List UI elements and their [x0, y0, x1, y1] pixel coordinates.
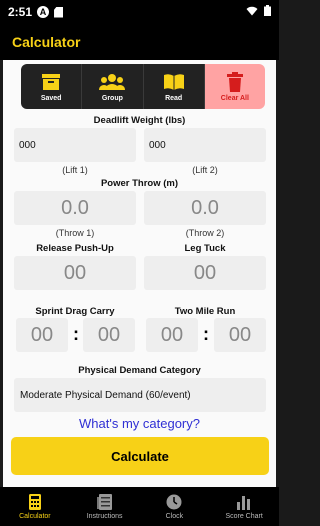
read-button[interactable]: Read [143, 64, 205, 109]
battery-icon [264, 5, 271, 19]
status-time: 2:51 [8, 5, 33, 19]
run-minutes-input[interactable]: 00 [146, 318, 198, 352]
nav-calculator-label: Calculator [19, 513, 51, 520]
pushup-title: Release Push-Up [36, 243, 114, 254]
group-people-icon [99, 71, 126, 93]
read-label: Read [165, 95, 183, 102]
deadlift-lift2-input[interactable]: 000 [144, 128, 266, 162]
app-bar: Calculator [0, 24, 279, 60]
archive-box-icon [41, 71, 61, 93]
nav-score-chart-label: Score Chart [225, 513, 263, 520]
nav-instructions-label: Instructions [86, 513, 123, 520]
group-label: Group [101, 95, 123, 102]
throw1-input[interactable]: 0.0 [14, 191, 136, 225]
throw2-label: (Throw 2) [185, 228, 225, 238]
top-toolbar: Saved Group Read Clear All [21, 64, 265, 109]
calculator-content: Saved Group Read Clear All Deadlift Weig… [3, 60, 276, 487]
power-throw-title: Power Throw (m) [100, 178, 179, 189]
saved-label: Saved [40, 95, 62, 102]
sprint-seconds-input[interactable]: 00 [83, 318, 135, 352]
clear-all-label: Clear All [220, 95, 249, 102]
sd-card-icon [54, 6, 64, 18]
lift2-label: (Lift 2) [192, 165, 218, 175]
leg-tuck-input[interactable]: 00 [144, 256, 266, 290]
bar-chart-icon [236, 493, 252, 511]
pushup-input[interactable]: 00 [14, 256, 136, 290]
deadlift-lift1-input[interactable]: 000 [14, 128, 136, 162]
a-notification-icon: A [37, 6, 50, 18]
group-button[interactable]: Group [82, 64, 144, 109]
category-select[interactable]: Moderate Physical Demand (60/event) [14, 378, 266, 412]
calculate-button[interactable]: Calculate [11, 437, 269, 475]
clear-all-button[interactable]: Clear All [204, 64, 265, 109]
throw2-input[interactable]: 0.0 [144, 191, 266, 225]
nav-score-chart[interactable]: Score Chart [209, 487, 279, 526]
leg-tuck-title: Leg Tuck [184, 243, 226, 254]
category-help-link[interactable]: What's my category? [3, 416, 276, 431]
category-title: Physical Demand Category [78, 365, 201, 376]
page-title: Calculator [12, 34, 81, 50]
saved-button[interactable]: Saved [21, 64, 83, 109]
nav-clock-label: Clock [165, 513, 184, 520]
run-time-separator: : [203, 324, 209, 344]
nav-calculator[interactable]: Calculator [0, 487, 70, 526]
calculator-icon [28, 493, 41, 511]
run-seconds-input[interactable]: 00 [214, 318, 266, 352]
bottom-nav: Calculator Instructions Clock Score Char… [0, 487, 279, 526]
clock-icon [166, 493, 182, 511]
sprint-time-separator: : [73, 324, 79, 344]
nav-clock[interactable]: Clock [140, 487, 210, 526]
wifi-icon [246, 5, 258, 19]
run-title: Two Mile Run [174, 306, 236, 317]
deadlift-title: Deadlift Weight (lbs) [93, 115, 186, 126]
document-icon [96, 493, 113, 511]
nav-instructions[interactable]: Instructions [70, 487, 140, 526]
sprint-minutes-input[interactable]: 00 [16, 318, 68, 352]
trash-icon [226, 71, 243, 93]
lift1-label: (Lift 1) [62, 165, 88, 175]
open-book-icon [163, 71, 185, 93]
status-bar: 2:51 A [0, 0, 279, 24]
sprint-title: Sprint Drag Carry [35, 306, 115, 317]
throw1-label: (Throw 1) [55, 228, 95, 238]
